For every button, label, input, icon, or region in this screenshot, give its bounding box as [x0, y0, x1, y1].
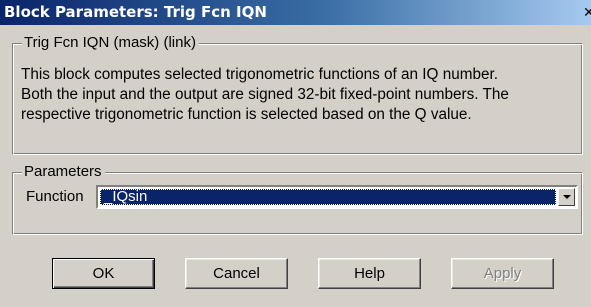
function-label: Function	[26, 188, 84, 205]
parameters-group-legend: Parameters	[22, 163, 105, 181]
block-description: This block computes selected trigonometr…	[21, 65, 581, 125]
function-dropdown-button[interactable]	[558, 188, 575, 206]
help-button[interactable]: Help	[318, 258, 421, 289]
cancel-button[interactable]: Cancel	[185, 258, 288, 289]
description-line: Both the input and the output are signed…	[21, 86, 509, 103]
description-line: respective trigonometric function is sel…	[21, 106, 472, 123]
dialog-window: Block Parameters: Trig Fcn IQN ✕ Trig Fc…	[0, 0, 591, 307]
ok-button[interactable]: OK	[52, 258, 155, 289]
function-select[interactable]: _IQsin	[96, 185, 578, 209]
chevron-down-icon	[563, 195, 571, 199]
description-group: Trig Fcn IQN (mask) (link) This block co…	[12, 34, 583, 155]
description-line: This block computes selected trigonometr…	[21, 66, 498, 83]
parameters-group: Parameters Function _IQsin	[12, 163, 583, 235]
description-group-legend: Trig Fcn IQN (mask) (link)	[22, 34, 199, 52]
window-title: Block Parameters: Trig Fcn IQN	[4, 3, 267, 21]
apply-button[interactable]: Apply	[451, 258, 554, 289]
title-bar[interactable]: Block Parameters: Trig Fcn IQN ✕	[0, 0, 591, 25]
close-icon[interactable]: ✕	[583, 3, 591, 21]
function-select-value[interactable]: _IQsin	[100, 189, 556, 205]
